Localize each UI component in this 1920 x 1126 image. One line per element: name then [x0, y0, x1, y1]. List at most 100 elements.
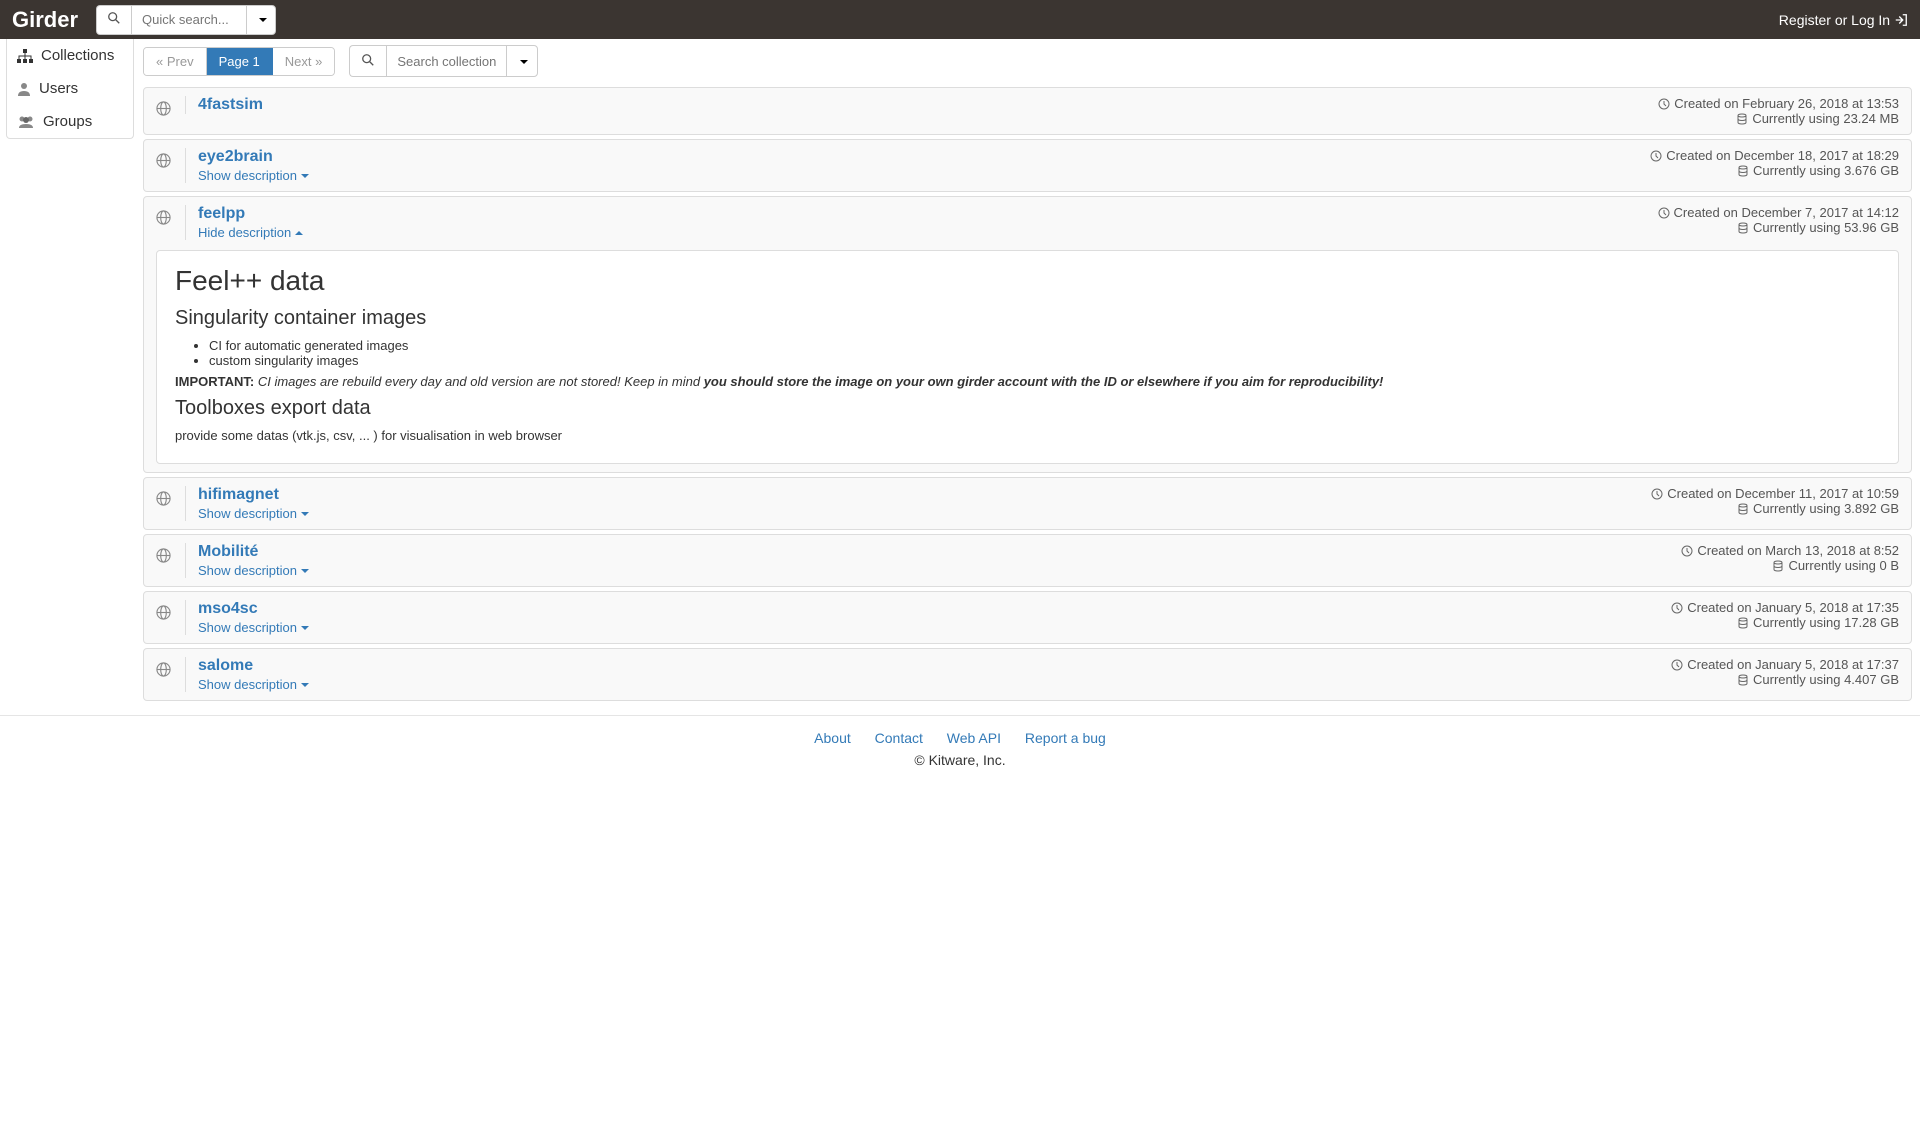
quick-search-input[interactable] [131, 5, 246, 35]
public-icon [156, 491, 171, 509]
collection-name-link[interactable]: hifimagnet [198, 486, 1651, 504]
collection-search-input[interactable] [386, 45, 506, 77]
globe-icon [156, 101, 171, 116]
database-icon [1737, 222, 1749, 234]
description-toggle[interactable]: Show description [198, 506, 309, 521]
footer-link-report[interactable]: Report a bug [1025, 730, 1106, 746]
caret-down-icon [301, 626, 309, 630]
desc-subheading: Singularity container images [175, 307, 1880, 330]
footer-link-contact[interactable]: Contact [875, 730, 923, 746]
globe-icon [156, 210, 171, 225]
login-link[interactable]: Log In [1851, 12, 1908, 28]
desc-important: IMPORTANT: CI images are rebuild every d… [175, 374, 1880, 389]
collection-search-group [349, 45, 538, 77]
collection-search-button[interactable] [349, 45, 386, 77]
description-toggle[interactable]: Show description [198, 168, 309, 183]
quick-search-dropdown[interactable] [246, 5, 276, 35]
collection-name-link[interactable]: salome [198, 657, 1671, 675]
public-icon [156, 662, 171, 680]
search-icon [361, 53, 375, 67]
database-icon [1737, 674, 1749, 686]
footer-link-about[interactable]: About [814, 730, 851, 746]
pagination: « Prev Page 1 Next » [143, 47, 335, 76]
collection-name-link[interactable]: feelpp [198, 205, 1658, 223]
sidebar-item-users[interactable]: Users [7, 72, 133, 105]
description-toggle[interactable]: Show description [198, 677, 309, 692]
auth-or: or [1835, 12, 1847, 28]
collection-item: hifimagnet Show description Created on D… [143, 477, 1912, 530]
storage-size: Currently using 3.676 GB [1650, 163, 1899, 178]
collection-name-link[interactable]: eye2brain [198, 148, 1650, 166]
sidebar-item-label: Groups [43, 113, 92, 130]
login-icon [1894, 13, 1908, 27]
clock-icon [1658, 207, 1670, 219]
caret-down-icon [259, 18, 267, 22]
search-icon [107, 11, 121, 25]
public-icon [156, 153, 171, 171]
logo[interactable]: Girder [12, 7, 78, 33]
quick-search-group [96, 5, 276, 35]
created-date: Created on January 5, 2018 at 17:37 [1671, 657, 1899, 672]
database-icon [1737, 617, 1749, 629]
clock-icon [1671, 659, 1683, 671]
storage-size: Currently using 53.96 GB [1658, 220, 1899, 235]
pagination-prev[interactable]: « Prev [144, 48, 207, 75]
description-toggle[interactable]: Show description [198, 563, 309, 578]
clock-icon [1651, 488, 1663, 500]
collection-item: Mobilité Show description Created on Mar… [143, 534, 1912, 587]
description-toggle[interactable]: Hide description [198, 225, 303, 240]
caret-down-icon [301, 174, 309, 178]
storage-size: Currently using 17.28 GB [1671, 615, 1899, 630]
desc-list-item: custom singularity images [209, 353, 1880, 368]
collection-name-link[interactable]: Mobilité [198, 543, 1681, 561]
auth-links: Register or Log In [1779, 12, 1908, 28]
sidebar-item-collections[interactable]: Collections [7, 39, 133, 72]
globe-icon [156, 153, 171, 168]
storage-size: Currently using 3.892 GB [1651, 501, 1899, 516]
desc-subheading: Toolboxes export data [175, 397, 1880, 420]
desc-paragraph: provide some datas (vtk.js, csv, ... ) f… [175, 428, 1880, 443]
description-toggle[interactable]: Show description [198, 620, 309, 635]
user-icon [17, 82, 31, 96]
sidebar-item-label: Users [39, 80, 78, 97]
footer-links: About Contact Web API Report a bug [0, 730, 1920, 746]
globe-icon [156, 662, 171, 677]
clock-icon [1658, 98, 1670, 110]
storage-size: Currently using 23.24 MB [1658, 111, 1899, 126]
collection-item: feelpp Hide description Created on Decem… [143, 196, 1912, 473]
database-icon [1737, 165, 1749, 177]
caret-down-icon [301, 683, 309, 687]
header: Girder Register or Log In [0, 0, 1920, 39]
database-icon [1736, 113, 1748, 125]
footer: About Contact Web API Report a bug © Kit… [0, 715, 1920, 798]
group-icon [17, 115, 35, 129]
globe-icon [156, 548, 171, 563]
pagination-next[interactable]: Next » [273, 48, 335, 75]
storage-size: Currently using 0 B [1681, 558, 1899, 573]
caret-up-icon [295, 231, 303, 235]
sidebar-item-groups[interactable]: Groups [7, 105, 133, 138]
sitemap-icon [17, 49, 33, 63]
public-icon [156, 605, 171, 623]
register-link[interactable]: Register [1779, 12, 1831, 28]
created-date: Created on February 26, 2018 at 13:53 [1658, 96, 1899, 111]
desc-heading: Feel++ data [175, 265, 1880, 297]
collection-name-link[interactable]: 4fastsim [198, 96, 1658, 114]
globe-icon [156, 605, 171, 620]
toolbar: « Prev Page 1 Next » [143, 45, 1912, 77]
collection-name-link[interactable]: mso4sc [198, 600, 1671, 618]
created-date: Created on March 13, 2018 at 8:52 [1681, 543, 1899, 558]
collection-item: 4fastsim Created on February 26, 2018 at… [143, 87, 1912, 135]
clock-icon [1681, 545, 1693, 557]
created-date: Created on December 7, 2017 at 14:12 [1658, 205, 1899, 220]
pagination-current[interactable]: Page 1 [207, 48, 273, 75]
public-icon [156, 210, 171, 228]
created-date: Created on December 18, 2017 at 18:29 [1650, 148, 1899, 163]
public-icon [156, 101, 171, 119]
collection-search-dropdown[interactable] [506, 45, 538, 77]
main-content: « Prev Page 1 Next » 4fastsim Created on… [143, 39, 1912, 701]
quick-search-button[interactable] [96, 5, 131, 35]
clock-icon [1650, 150, 1662, 162]
footer-link-webapi[interactable]: Web API [947, 730, 1001, 746]
desc-list-item: CI for automatic generated images [209, 338, 1880, 353]
